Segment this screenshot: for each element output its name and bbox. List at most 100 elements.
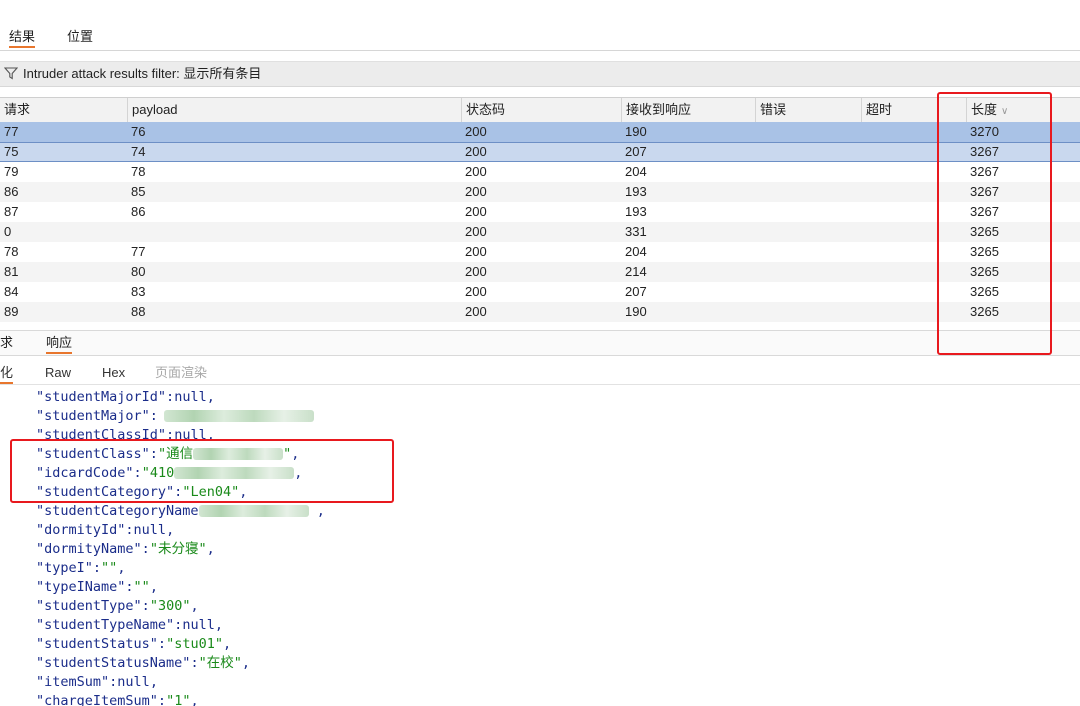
cell-received: 193 xyxy=(625,204,647,219)
cell-request: 79 xyxy=(4,164,19,179)
cell-length: 3270 xyxy=(970,124,999,139)
column-length[interactable]: 长度 ∨ xyxy=(966,98,1080,122)
column-request[interactable]: 请求 xyxy=(0,98,127,122)
response-body[interactable]: "studentMajorId":null, "studentMajor": "… xyxy=(0,388,1080,706)
cell-length: 3267 xyxy=(970,184,999,199)
cell-request: 84 xyxy=(4,284,19,299)
column-payload[interactable]: payload xyxy=(127,98,461,122)
cell-status: 200 xyxy=(465,124,487,139)
code-line: "studentClass":"通信 ", xyxy=(36,446,300,462)
cell-status: 200 xyxy=(465,244,487,259)
tab-raw[interactable]: Raw xyxy=(45,364,71,382)
code-line: "studentStatus":"stu01", xyxy=(36,636,232,652)
cell-length: 3265 xyxy=(970,284,999,299)
table-row[interactable]: 75 74 200 207 3267 xyxy=(0,142,1080,162)
code-line: "studentTypeName":null, xyxy=(36,617,223,633)
code-line: "idcardCode":"410, xyxy=(36,465,303,481)
cell-status: 200 xyxy=(465,284,487,299)
redaction-blur xyxy=(174,467,295,479)
table-row[interactable]: 0 200 331 3265 xyxy=(0,222,1080,242)
cell-payload: 78 xyxy=(131,164,146,179)
cell-request: 78 xyxy=(4,244,19,259)
cell-payload: 80 xyxy=(131,264,146,279)
result-tabs: 结果 位置 xyxy=(0,24,1080,51)
table-header: 请求 payload 状态码 接收到响应 错误 超时 长度 ∨ xyxy=(0,97,1080,123)
cell-length: 3267 xyxy=(970,204,999,219)
tab-results[interactable]: 结果 xyxy=(9,28,36,48)
cell-length: 3265 xyxy=(970,224,999,239)
tab-positions[interactable]: 位置 xyxy=(67,28,93,46)
tab-pretty[interactable]: 化 xyxy=(0,364,14,384)
table-row[interactable]: 78 77 200 204 3265 xyxy=(0,242,1080,262)
redaction-blur xyxy=(193,448,284,460)
redaction-blur xyxy=(163,410,314,422)
cell-received: 331 xyxy=(625,224,647,239)
cell-received: 190 xyxy=(625,304,647,319)
code-line: "dormityId":null, xyxy=(36,522,175,538)
table-row[interactable]: 86 85 200 193 3267 xyxy=(0,182,1080,202)
cell-status: 200 xyxy=(465,144,487,159)
cell-length: 3265 xyxy=(970,244,999,259)
cell-payload: 88 xyxy=(131,304,146,319)
code-line: "studentClassId":null, xyxy=(36,427,215,443)
cell-status: 200 xyxy=(465,204,487,219)
cell-received: 207 xyxy=(625,144,647,159)
cell-length: 3265 xyxy=(970,264,999,279)
table-row[interactable]: 89 88 200 190 3265 xyxy=(0,302,1080,322)
code-line: "itemSum":null, xyxy=(36,674,158,690)
code-line: "studentCategoryName , xyxy=(36,503,325,519)
filter-text: Intruder attack results filter: 显示所有条目 xyxy=(23,66,262,81)
cell-request: 81 xyxy=(4,264,19,279)
table-row[interactable]: 81 80 200 214 3265 xyxy=(0,262,1080,282)
code-line: "studentCategory":"Len04", xyxy=(36,484,248,500)
cell-status: 200 xyxy=(465,184,487,199)
column-timeout[interactable]: 超时 xyxy=(861,98,966,122)
code-line: "studentMajor": xyxy=(36,407,314,426)
cell-payload: 85 xyxy=(131,184,146,199)
cell-payload: 74 xyxy=(131,144,146,159)
cell-request: 89 xyxy=(4,304,19,319)
cell-length: 3267 xyxy=(970,144,999,159)
column-error[interactable]: 错误 xyxy=(755,98,861,122)
cell-status: 200 xyxy=(465,224,487,239)
column-status-code[interactable]: 状态码 xyxy=(461,98,621,122)
cell-received: 214 xyxy=(625,264,647,279)
table-row[interactable]: 77 76 200 190 3270 xyxy=(0,122,1080,142)
code-line: "studentType":"300", xyxy=(36,598,199,614)
tab-render[interactable]: 页面渲染 xyxy=(155,364,207,382)
sort-descending-icon: ∨ xyxy=(1001,106,1009,117)
tab-response[interactable]: 响应 xyxy=(46,334,73,354)
column-response-received[interactable]: 接收到响应 xyxy=(621,98,755,122)
redaction-blur xyxy=(198,505,309,517)
cell-length: 3267 xyxy=(970,164,999,179)
table-row[interactable]: 79 78 200 204 3267 xyxy=(0,162,1080,182)
code-line: "studentMajorId":null, xyxy=(36,389,215,405)
cell-payload: 83 xyxy=(131,284,146,299)
view-tabs: 化 Raw Hex 页面渲染 xyxy=(0,362,1080,385)
cell-request: 0 xyxy=(4,224,12,239)
table-row[interactable]: 87 86 200 193 3267 xyxy=(0,202,1080,222)
cell-payload: 77 xyxy=(131,244,146,259)
cell-request: 86 xyxy=(4,184,19,199)
cell-status: 200 xyxy=(465,304,487,319)
cell-payload: 86 xyxy=(131,204,146,219)
cell-status: 200 xyxy=(465,164,487,179)
cell-request: 77 xyxy=(4,124,19,139)
cell-length: 3265 xyxy=(970,304,999,319)
table-row[interactable]: 84 83 200 207 3265 xyxy=(0,282,1080,302)
cell-payload: 76 xyxy=(131,124,146,139)
cell-request: 87 xyxy=(4,204,19,219)
tab-hex[interactable]: Hex xyxy=(102,364,125,382)
results-filter-bar[interactable]: Intruder attack results filter: 显示所有条目 xyxy=(0,61,1080,87)
cell-received: 190 xyxy=(625,124,647,139)
tab-request[interactable]: 求 xyxy=(0,334,13,352)
cell-received: 204 xyxy=(625,244,647,259)
code-line: "studentStatusName":"在校", xyxy=(36,655,250,671)
cell-received: 204 xyxy=(625,164,647,179)
filter-icon xyxy=(4,67,18,80)
code-line: "dormityName":"未分寝", xyxy=(36,541,215,557)
cell-status: 200 xyxy=(465,264,487,279)
code-line: "typeI":"", xyxy=(36,560,126,576)
code-line: "typeIName":"", xyxy=(36,579,158,595)
results-table: 请求 payload 状态码 接收到响应 错误 超时 长度 ∨ 77 76 200 19… xyxy=(0,97,1080,325)
